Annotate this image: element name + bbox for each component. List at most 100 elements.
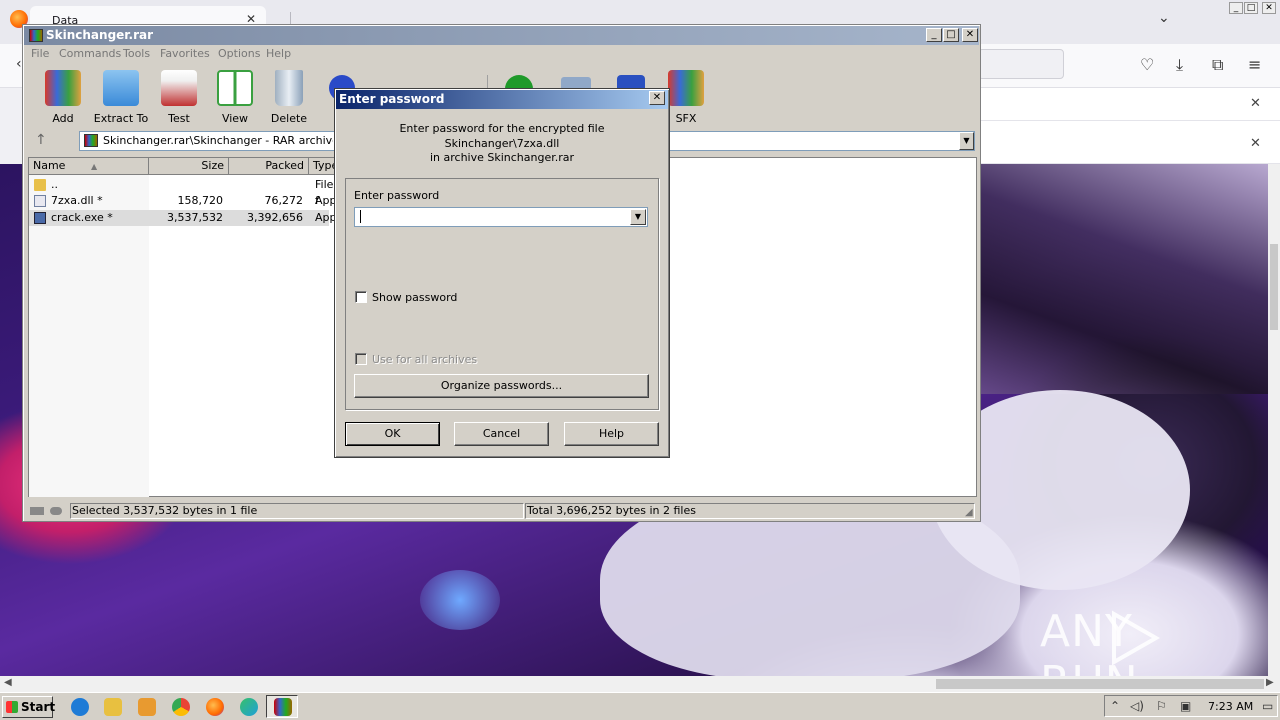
delete-button[interactable]: Delete [259,70,319,125]
resize-grip-icon[interactable]: ◢ [965,507,973,518]
file-packed: 3,392,656 [247,211,303,224]
windows-logo-icon [6,701,18,713]
up-arrow-icon[interactable]: ↑ [35,132,47,148]
column-header-name[interactable]: Name ▲ [29,158,149,175]
browser-search-field[interactable] [978,49,1064,79]
scrollbar-thumb[interactable] [936,679,1264,689]
show-password-label[interactable]: Show password [372,291,457,304]
menu-icon[interactable]: ≡ [1248,55,1261,74]
explorer-folder-icon[interactable] [104,698,122,716]
media-player-icon[interactable] [138,698,156,716]
test-button[interactable]: Test [149,70,209,125]
delete-bin-icon [275,70,303,106]
play-logo-icon [1112,610,1160,666]
chevron-down-icon[interactable]: ⌄ [1158,10,1170,26]
volume-icon[interactable]: ◁) [1130,699,1144,713]
close-icon[interactable]: ✕ [1262,2,1276,14]
winrar-icon[interactable] [274,698,292,716]
menu-help[interactable]: Help [266,47,291,60]
use-for-all-label: Use for all archives [372,353,478,366]
tool-label: Add [52,112,74,125]
close-icon[interactable]: ✕ [1250,136,1261,151]
table-row[interactable]: .. File f [29,177,333,207]
dll-file-icon [34,195,46,207]
menu-options[interactable]: Options [218,47,260,60]
minimize-button[interactable]: _ [926,28,942,42]
status-selected: Selected 3,537,532 bytes in 1 file [70,503,524,519]
artwork-glow [420,570,500,630]
maximize-icon[interactable]: □ [1244,2,1258,14]
chevron-down-icon[interactable]: ▼ [959,132,974,150]
dialog-close-button[interactable]: ✕ [649,91,665,105]
show-password-checkbox[interactable] [355,291,367,303]
chrome-icon[interactable] [172,698,190,716]
test-clipboard-icon [161,70,197,106]
file-name: crack.exe * [51,211,113,224]
vertical-scrollbar[interactable] [1268,164,1280,676]
scroll-right-icon[interactable]: ▶ [1266,677,1274,688]
table-row[interactable]: 7zxa.dll * 158,720 76,272 Appl [29,193,340,209]
column-header-type[interactable]: Type [309,158,338,175]
file-size: 158,720 [177,194,224,207]
taskbar [0,692,1280,720]
column-header-packed[interactable]: Packed [229,158,309,175]
maximize-button[interactable]: □ [943,28,959,42]
extract-folder-icon [103,70,139,106]
back-arrow-icon[interactable]: ‹ [16,56,22,72]
add-button[interactable]: Add [33,70,93,125]
tool-label: Delete [270,112,308,125]
sidebar-strip [0,88,24,164]
password-label: Enter password [354,189,440,202]
file-name: .. [51,178,58,191]
table-row[interactable]: crack.exe * 3,537,532 3,392,656 Appl [29,210,340,226]
extract-to-button[interactable]: Extract To [91,70,151,125]
file-size: 3,537,532 [167,211,223,224]
dialog-message-line: Enter password for the encrypted file [399,122,605,135]
network-icon[interactable]: ▣ [1180,699,1191,713]
tool-label: Test [168,112,190,125]
show-desktop-icon[interactable]: ▭ [1262,699,1273,713]
pocket-icon[interactable]: ♡ [1140,55,1154,74]
winrar-icon [29,29,43,42]
firefox-icon[interactable] [206,698,224,716]
artwork-figure [980,164,1268,394]
drive-icon[interactable] [30,505,62,517]
scroll-left-icon[interactable]: ◀ [4,677,12,688]
clock[interactable]: 7:23 AM [1208,700,1253,713]
view-book-icon [217,70,253,106]
password-input[interactable] [354,207,648,227]
add-archive-icon [45,70,81,106]
dialog-message-line: in archive Skinchanger.rar [429,151,575,164]
edge-icon[interactable] [240,698,258,716]
view-button[interactable]: View [205,70,265,125]
flag-icon[interactable]: ⚐ [1156,699,1167,713]
exe-file-icon [34,212,46,224]
menu-file[interactable]: File [31,47,49,60]
internet-explorer-icon[interactable] [71,698,89,716]
address-path: Skinchanger.rar\Skinchanger - RAR archiv… [103,134,333,147]
text-caret [360,210,361,223]
tray-expand-icon[interactable]: ⌃ [1110,699,1120,713]
close-icon[interactable]: ✕ [1250,96,1261,111]
scrollbar-thumb[interactable] [1270,244,1278,330]
menu-commands[interactable]: Commands [59,47,121,60]
extensions-icon[interactable]: ⧉ [1212,55,1223,75]
column-header-size[interactable]: Size [149,158,229,175]
dialog-message-line: Skinchanger\7zxa.dll [444,137,560,150]
menu-favorites[interactable]: Favorites [160,47,210,60]
menu-tools[interactable]: Tools [123,47,150,60]
title-bar[interactable] [24,26,979,45]
file-name: 7zxa.dll * [51,194,103,207]
use-for-all-checkbox [355,353,367,365]
sfx-icon [668,70,704,106]
close-button[interactable]: ✕ [962,28,978,42]
chevron-down-icon[interactable]: ▼ [630,209,646,225]
ok-button[interactable]: OK [345,422,440,446]
minimize-icon[interactable]: _ [1229,2,1243,14]
help-button[interactable]: Help [564,422,659,446]
archive-icon [84,134,98,147]
dialog-title: Enter password [339,92,445,106]
organize-passwords-button[interactable]: Organize passwords... [354,374,649,398]
download-icon[interactable]: ⤓ [1176,55,1183,75]
cancel-button[interactable]: Cancel [454,422,549,446]
